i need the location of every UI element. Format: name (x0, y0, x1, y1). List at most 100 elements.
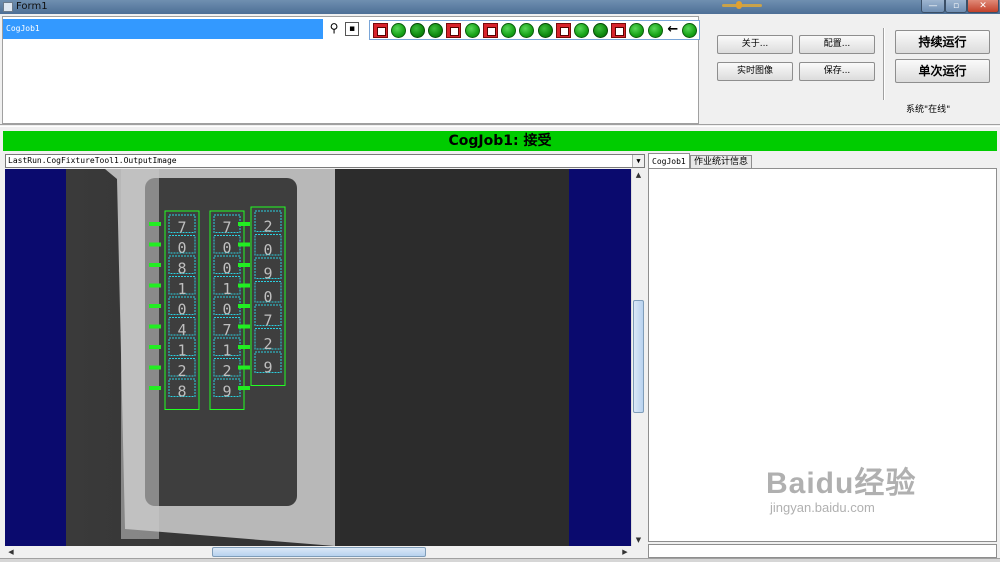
window-title: Form1 (16, 1, 48, 12)
image-selector-value: LastRun.CogFixtureTool1.OutputImage (8, 156, 177, 165)
horizontal-scrollbar[interactable]: ◀ ▶ (5, 546, 631, 558)
pass-status-icon (574, 23, 590, 38)
image-viewport[interactable]: 7 0 8 1 0 4 1 2 8 7 0 0 1 0 7 1 2 9 2 0 9 0 7 2 9 (5, 169, 631, 546)
ocr-char: 4 (177, 321, 186, 339)
ocr-marker (149, 263, 161, 267)
ocr-marker (238, 365, 250, 370)
pass-status-icon (519, 23, 535, 38)
ocr-char: 0 (263, 241, 272, 259)
ocr-char: 2 (222, 362, 231, 380)
pass-status-icon (592, 23, 608, 38)
live-image-button[interactable]: 实时图像 (717, 62, 793, 81)
pass-status-icon (647, 23, 663, 38)
ocr-marker (238, 263, 250, 267)
ocr-marker (149, 222, 161, 226)
pass-status-icon (501, 23, 517, 38)
tab-cogjob1[interactable]: CogJob1 (648, 153, 690, 169)
ocr-char: 0 (222, 239, 231, 257)
pass-status-icon (427, 23, 443, 38)
image-selector[interactable]: LastRun.CogFixtureTool1.OutputImage ▼ (5, 154, 645, 168)
ocr-char: 0 (177, 301, 186, 319)
fail-status-icon (610, 23, 626, 38)
ocr-char: 2 (263, 218, 272, 236)
chevron-down-icon[interactable]: ▼ (632, 155, 644, 167)
close-button[interactable]: ✕ (967, 0, 999, 13)
stop-icon[interactable]: ▪ (345, 22, 359, 36)
minimize-button[interactable]: — (921, 0, 945, 13)
ocr-char: 8 (177, 383, 186, 401)
scroll-right-icon[interactable]: ▶ (619, 546, 631, 558)
job-result-banner: CogJob1: 接受 (3, 131, 997, 151)
pass-status-icon (537, 23, 553, 38)
ocr-char: 0 (222, 301, 231, 319)
label-inner (145, 178, 297, 506)
job-manager-area: CogJob1 ⚲ ▪ ← 关于... 配置... 实时图像 保存... 持续运… (0, 14, 1000, 126)
ocr-marker (238, 222, 250, 226)
horizontal-scroll-thumb[interactable] (212, 547, 426, 557)
pass-status-icon (681, 23, 697, 38)
arrow-left-icon: ← (667, 22, 679, 37)
ocr-marker (238, 304, 250, 308)
vertical-scroll-thumb[interactable] (633, 300, 644, 413)
run-continuous-button[interactable]: 持续运行 (895, 30, 990, 54)
ocr-marker (149, 242, 161, 247)
ocr-marker (238, 345, 250, 349)
image-display-panel: LastRun.CogFixtureTool1.OutputImage ▼ 7 0… (3, 153, 645, 558)
ocr-char: 7 (222, 219, 231, 237)
ocr-marker (238, 386, 250, 390)
run-history-strip: ← (369, 20, 700, 40)
splitter[interactable] (0, 124, 1000, 127)
ocr-marker (149, 283, 161, 288)
ocr-char: 2 (177, 362, 186, 380)
inspection-image: 7 0 8 1 0 4 1 2 8 7 0 0 1 0 7 1 2 9 2 0 9 0 7 2 9 (5, 169, 631, 546)
ocr-char: 7 (263, 312, 272, 330)
scroll-down-icon[interactable]: ▼ (632, 534, 645, 546)
job-name[interactable]: CogJob1 (3, 19, 323, 39)
ocr-char: 9 (263, 359, 272, 377)
scroll-up-icon[interactable]: ▲ (632, 169, 645, 181)
save-button[interactable]: 保存... (799, 62, 875, 81)
watermark-logo: Baidu经验 jingyan.baidu.com (766, 467, 917, 515)
tool-group-icon[interactable]: ⚲ (327, 22, 341, 36)
ocr-char: 7 (222, 321, 231, 339)
job-tools: ⚲ ▪ (325, 20, 363, 38)
pass-status-icon (409, 23, 425, 38)
maximize-button[interactable]: ▫ (945, 0, 967, 13)
title-bar: Form1 — ▫ ✕ (0, 0, 1000, 14)
ocr-char: 1 (177, 342, 186, 360)
ocr-marker (238, 283, 250, 288)
tab-footer (648, 544, 997, 558)
config-button[interactable]: 配置... (799, 35, 875, 54)
ocr-char: 1 (222, 342, 231, 360)
ocr-marker (149, 386, 161, 390)
pass-status-icon (391, 23, 407, 38)
status-strip-bottom (0, 558, 1000, 562)
job-row[interactable]: CogJob1 ⚲ ▪ ← (3, 19, 700, 40)
divider (883, 28, 885, 100)
app-icon (3, 2, 13, 12)
pass-status-icon (464, 23, 480, 38)
fail-status-icon (446, 23, 462, 38)
fail-status-icon (556, 23, 571, 38)
run-once-button[interactable]: 单次运行 (895, 59, 990, 83)
ocr-char: 0 (222, 260, 231, 278)
fail-status-icon (373, 23, 388, 38)
volume-slider[interactable] (722, 1, 762, 9)
job-list[interactable]: CogJob1 ⚲ ▪ ← (2, 16, 700, 124)
ocr-char: 1 (177, 280, 186, 298)
about-button[interactable]: 关于... (717, 35, 793, 54)
pass-status-icon (629, 23, 645, 38)
fail-status-icon (482, 23, 498, 38)
vertical-scrollbar[interactable]: ▲ ▼ (631, 169, 644, 546)
ocr-char: 8 (177, 260, 186, 278)
ocr-marker (238, 242, 250, 247)
tab-job-statistics[interactable]: 作业统计信息 (690, 155, 753, 169)
ocr-marker (149, 365, 161, 370)
ocr-char: 1 (222, 280, 231, 298)
app-window: Form1 — ▫ ✕ CogJob1 ⚲ ▪ ← 关于... 配置... 实时… (0, 0, 1000, 562)
ocr-char: 7 (177, 219, 186, 237)
ocr-marker (149, 345, 161, 349)
scroll-left-icon[interactable]: ◀ (5, 546, 17, 558)
ocr-marker (149, 324, 161, 329)
ocr-char: 0 (263, 288, 272, 306)
